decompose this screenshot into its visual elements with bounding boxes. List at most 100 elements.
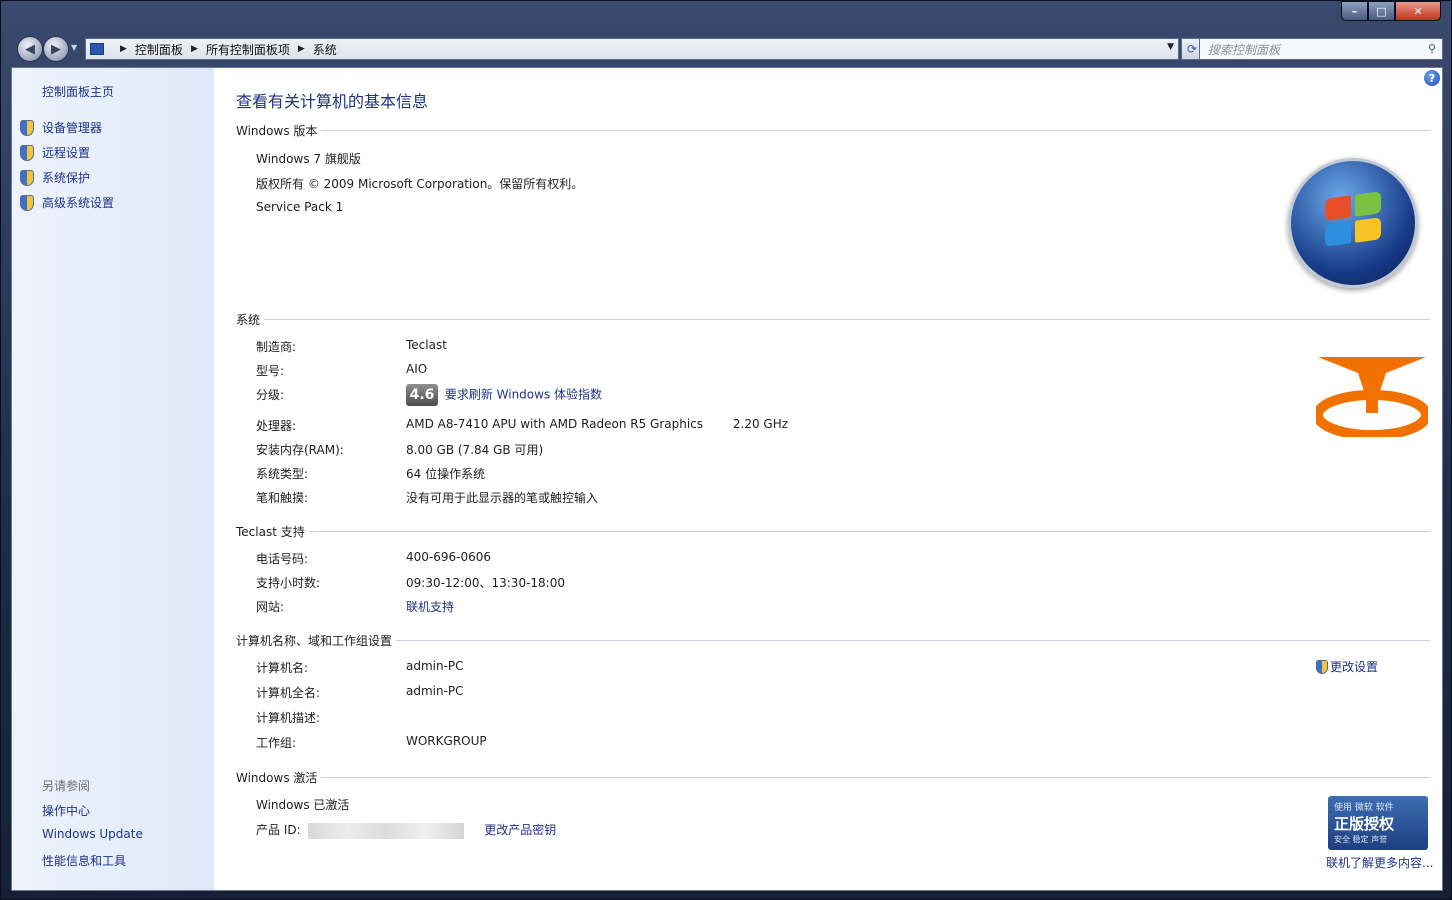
navigation-bar: ◀ ▶ ▼ ▶ 控制面板 ▶ 所有控制面板项 ▶ 系统 ▼ ⟳ 搜索控制面板 ⚲ [13,34,1443,62]
back-button[interactable]: ◀ [17,36,43,62]
edition-name: Windows 7 旗舰版 [256,152,361,166]
change-product-key-link[interactable]: 更改产品密钥 [484,823,556,837]
workgroup-label: 工作组: [256,736,297,750]
service-pack: Service Pack 1 [256,200,344,214]
section-heading: Teclast 支持 [236,525,305,539]
ram-value: 8.00 GB (7.84 GB 可用) [406,443,544,457]
search-icon[interactable]: ⚲ [1428,42,1436,55]
chevron-right-icon[interactable]: ▶ [298,44,305,54]
learn-more-link[interactable]: 联机了解更多内容... [1326,854,1433,871]
manufacturer-value: Teclast [406,338,447,352]
sidebar-item-label[interactable]: 设备管理器 [42,119,102,136]
shield-icon [20,144,34,161]
shield-icon [20,194,34,211]
hours-label: 支持小时数: [256,576,321,590]
workgroup-value: WORKGROUP [406,734,487,748]
main-panel: ? 查看有关计算机的基本信息 Windows 版本 Windows 7 旗舰版 … [236,68,1442,890]
refresh-experience-index-link[interactable]: 要求刷新 Windows 体验指数 [445,388,602,402]
activation-status: Windows 已激活 [256,798,350,812]
computer-name-label: 计算机名: [256,661,309,675]
section-system: 系统 [236,311,1430,328]
sidebar-item-remote-settings[interactable]: 远程设置 [20,144,90,161]
model-label: 型号: [256,364,285,378]
section-heading: 系统 [236,313,261,327]
control-panel-icon [90,43,104,55]
forward-button[interactable]: ▶ [43,36,69,62]
section-activation: Windows 激活 [236,769,1430,786]
shield-icon [1316,659,1328,674]
sidebar-item-label[interactable]: 系统保护 [42,169,90,186]
product-id-value [308,822,465,839]
copyright-text: 版权所有 © 2009 Microsoft Corporation。保留所有权利… [256,177,584,191]
section-heading: Windows 版本 [236,124,318,138]
minimize-button[interactable]: – [1341,1,1368,21]
genuine-microsoft-badge[interactable]: 使用 微软 软件 正版授权 安全 稳定 声誉 [1328,796,1428,850]
processor-name: AMD A8-7410 APU with AMD Radeon R5 Graph… [406,417,704,431]
section-support: Teclast 支持 [236,523,1430,540]
manufacturer-label: 制造商: [256,340,297,354]
phone-label: 电话号码: [256,552,309,566]
hours-value: 09:30-12:00、13:30-18:00 [406,576,565,590]
shield-icon [20,119,34,136]
genuine-line-3: 安全 稳定 声誉 [1334,835,1388,844]
sidebar-link-windows-update[interactable]: Windows Update [42,827,143,841]
model-value: AIO [406,362,428,376]
chevron-right-icon[interactable]: ▶ [191,44,198,54]
section-computer-name: 计算机名称、域和工作组设置 [236,632,1430,649]
address-bar[interactable]: ▶ 控制面板 ▶ 所有控制面板项 ▶ 系统 ▼ [85,38,1179,60]
full-name-label: 计算机全名: [256,686,321,700]
sidebar-link-performance[interactable]: 性能信息和工具 [42,852,126,869]
sidebar-item-advanced-settings[interactable]: 高级系统设置 [20,194,114,211]
sidebar: 控制面板主页 设备管理器 远程设置 系统保护 高级系统设置 另请参阅 操作中心 … [12,68,214,890]
page-title: 查看有关计算机的基本信息 [236,92,429,111]
system-type-label: 系统类型: [256,467,309,481]
chevron-right-icon[interactable]: ▶ [120,44,127,54]
pen-touch-label: 笔和触摸: [256,491,309,505]
processor-value: AMD A8-7410 APU with AMD Radeon R5 Graph… [406,417,788,431]
experience-index-badge[interactable]: 4.6 [406,384,438,406]
ram-label: 安装内存(RAM): [256,443,344,457]
breadcrumb-all-items[interactable]: 所有控制面板项 [206,41,290,58]
search-placeholder: 搜索控制面板 [1208,42,1281,57]
sidebar-item-device-manager[interactable]: 设备管理器 [20,119,102,136]
phone-value: 400-696-0606 [406,550,492,564]
section-heading: 计算机名称、域和工作组设置 [236,634,393,648]
computer-name-value: admin-PC [406,659,464,673]
breadcrumb-control-panel[interactable]: 控制面板 [135,41,183,58]
control-panel-window: – □ ✕ ◀ ▶ ▼ ▶ 控制面板 ▶ 所有控制面板项 ▶ 系统 ▼ ⟳ 搜索… [0,0,1452,900]
rating-label: 分级: [256,388,285,402]
help-icon[interactable]: ? [1424,70,1440,86]
teclast-logo [1316,357,1428,437]
system-type-value: 64 位操作系统 [406,467,486,481]
sidebar-item-label[interactable]: 远程设置 [42,144,90,161]
section-heading: Windows 激活 [236,771,318,785]
change-settings-button[interactable]: 更改设置 [1316,658,1378,675]
rating-value: 4.6 要求刷新 Windows 体验指数 [406,384,602,406]
sidebar-link-action-center[interactable]: 操作中心 [42,802,90,819]
sidebar-home-link[interactable]: 控制面板主页 [42,83,114,100]
close-button[interactable]: ✕ [1395,1,1441,21]
online-support-link[interactable]: 联机支持 [406,598,454,615]
product-id-row: 产品 ID: 更改产品密钥 [256,821,556,839]
product-id-label: 产品 ID: [256,823,301,837]
website-label: 网站: [256,600,285,614]
section-windows-edition: Windows 版本 [236,122,1430,139]
search-input[interactable]: 搜索控制面板 ⚲ [1199,38,1443,60]
genuine-line-1: 使用 微软 软件 [1334,803,1394,813]
processor-speed: 2.20 GHz [732,417,789,431]
address-dropdown-icon[interactable]: ▼ [1167,42,1174,52]
full-name-value: admin-PC [406,684,464,698]
pen-touch-value: 没有可用于此显示器的笔或触控输入 [406,491,599,505]
recent-pages-dropdown[interactable]: ▼ [71,43,77,52]
caption-buttons: – □ ✕ [1341,1,1441,23]
see-also-heading: 另请参阅 [42,779,91,793]
breadcrumb-system[interactable]: 系统 [313,41,337,58]
shield-icon [20,169,34,186]
genuine-line-2: 正版授权 [1334,815,1395,833]
content-area: 控制面板主页 设备管理器 远程设置 系统保护 高级系统设置 另请参阅 操作中心 … [11,67,1443,891]
sidebar-item-system-protection[interactable]: 系统保护 [20,169,90,186]
change-settings-label[interactable]: 更改设置 [1330,658,1378,675]
sidebar-item-label[interactable]: 高级系统设置 [42,194,114,211]
processor-label: 处理器: [256,419,297,433]
maximize-button[interactable]: □ [1368,1,1395,21]
